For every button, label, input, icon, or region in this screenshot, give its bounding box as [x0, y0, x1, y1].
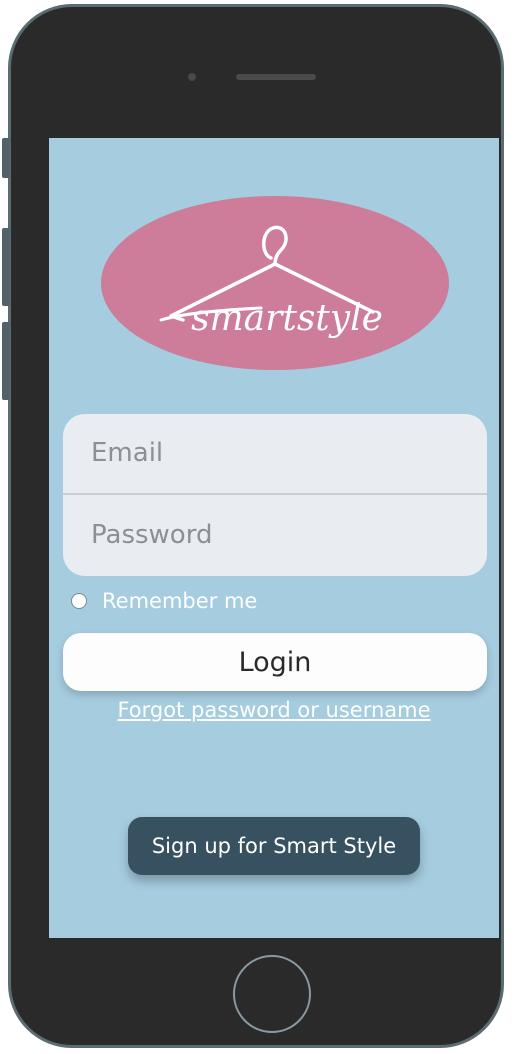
email-input[interactable]: [89, 437, 453, 469]
email-field[interactable]: [63, 414, 487, 492]
hanger-icon: smartstyle: [159, 225, 383, 339]
home-button[interactable]: [233, 955, 311, 1033]
remember-me-label: Remember me: [102, 589, 258, 613]
form-divider: [63, 493, 487, 495]
login-form: [63, 414, 487, 576]
smartstyle-logo: smartstyle: [101, 196, 449, 370]
volume-up-button: [2, 228, 10, 306]
earpiece-speaker: [236, 74, 316, 80]
remember-me-radio[interactable]: [71, 593, 87, 609]
password-input[interactable]: [89, 519, 453, 551]
phone-frame: smartstyle Remember me Login Forgot pass…: [8, 4, 504, 1048]
signup-button[interactable]: Sign up for Smart Style: [128, 817, 420, 875]
remember-me-option[interactable]: Remember me: [71, 586, 257, 616]
app-screen: smartstyle Remember me Login Forgot pass…: [49, 138, 499, 938]
logo-wordmark: smartstyle: [191, 298, 383, 339]
volume-down-button: [2, 322, 10, 400]
front-camera: [188, 73, 196, 81]
forgot-password-link[interactable]: Forgot password or username: [49, 698, 499, 722]
mute-switch: [2, 138, 10, 178]
password-field[interactable]: [63, 496, 487, 574]
login-button[interactable]: Login: [63, 633, 487, 691]
